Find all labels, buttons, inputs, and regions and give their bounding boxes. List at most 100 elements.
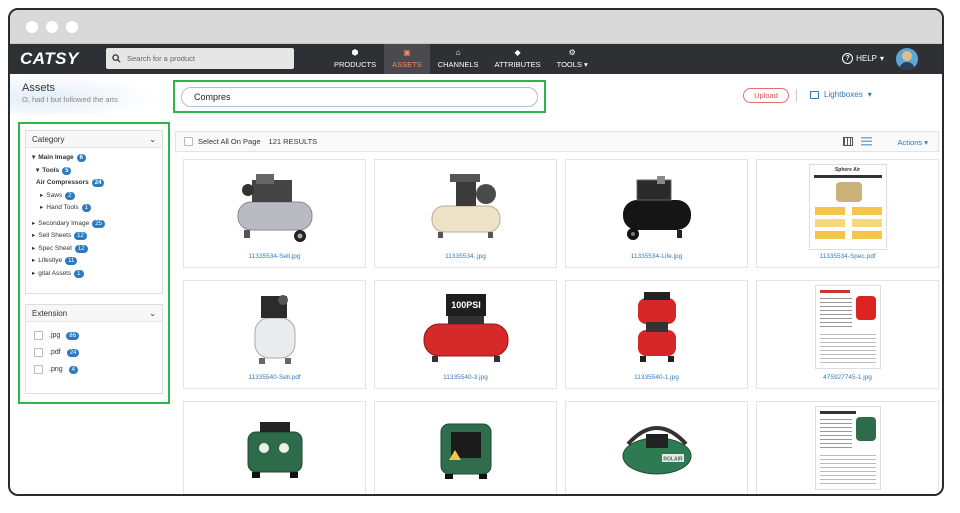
asset-card[interactable]: 475927745-1.jpg bbox=[756, 280, 939, 389]
asset-card[interactable] bbox=[183, 401, 366, 494]
tree-label: gital Assets bbox=[38, 269, 72, 277]
tree-item-spec-sheet[interactable]: ▸ Spec Sheet 12 bbox=[32, 243, 156, 256]
count-badge: 12 bbox=[74, 232, 87, 241]
psi-badge-text: 100PSI bbox=[451, 300, 481, 310]
window-dot-maximize[interactable] bbox=[66, 20, 78, 33]
view-toggle bbox=[843, 137, 872, 146]
extension-jpg[interactable]: .jpg 86 bbox=[34, 327, 154, 344]
lightbox-icon bbox=[810, 90, 819, 99]
asset-thumbnail: ROLAIR bbox=[566, 408, 747, 490]
asset-thumbnail bbox=[184, 408, 365, 490]
help-label: HELP bbox=[856, 54, 877, 63]
asset-thumbnail bbox=[757, 283, 938, 371]
asset-card[interactable]: 11335540-1.jpg bbox=[565, 280, 748, 389]
product-search-input[interactable]: Search for a product bbox=[106, 48, 294, 69]
caret-down-icon: ▾ bbox=[32, 154, 36, 161]
tree-item-digital-assets[interactable]: ▸ gital Assets 1 bbox=[32, 268, 156, 281]
asset-card[interactable]: 11335540-Sell.pdf bbox=[183, 280, 366, 389]
select-all-label[interactable]: Select All On Page bbox=[198, 137, 261, 146]
doc-heading bbox=[819, 411, 856, 414]
spec-heading-bar bbox=[813, 175, 882, 178]
chevron-down-icon: ▾ bbox=[584, 60, 588, 69]
actions-dropdown[interactable]: Actions ▾ bbox=[898, 138, 928, 147]
caret-right-icon: ▸ bbox=[40, 204, 44, 211]
tree-item-tools[interactable]: ▾ Tools 5 bbox=[32, 165, 156, 178]
actions-label: Actions bbox=[897, 138, 923, 147]
rolair-badge-text: ROLAIR bbox=[663, 457, 683, 463]
asset-thumbnail bbox=[184, 287, 365, 369]
window-dot-close[interactable] bbox=[26, 20, 38, 33]
extension-pdf[interactable]: .pdf 24 bbox=[34, 344, 154, 361]
grid-view-icon[interactable] bbox=[843, 137, 853, 146]
asset-card[interactable]: 100PSI 11335540-3.jpg bbox=[374, 280, 557, 389]
category-tree: ▾ Main Image 6 ▾ Tools 5 Air Compressors 24 ▸… bbox=[26, 148, 162, 284]
tree-label: Hand Tools bbox=[46, 204, 79, 211]
count-badge: 6 bbox=[76, 154, 87, 163]
asset-filename: 11335534..jpg bbox=[445, 253, 486, 260]
asset-card[interactable] bbox=[756, 401, 939, 494]
asset-card[interactable]: 11335534-Life.jpg bbox=[565, 159, 748, 268]
tree-item-lifestyle[interactable]: ▸ Lifestlye 11 bbox=[32, 255, 156, 268]
asset-filename: 11335540-3.jpg bbox=[443, 374, 488, 381]
checkbox[interactable] bbox=[34, 331, 43, 340]
asset-card[interactable]: 11335534-Sell.jpg bbox=[183, 159, 366, 268]
asset-search-highlight bbox=[173, 80, 546, 113]
extension-list: .jpg 86 .pdf 24 .png 4 bbox=[26, 322, 162, 383]
nav-tools[interactable]: ⚙ TOOLS ▾ bbox=[549, 44, 596, 74]
chevron-down-icon: ▾ bbox=[879, 54, 884, 63]
tree-item-main-image[interactable]: ▾ Main Image 6 bbox=[32, 152, 156, 165]
extension-panel: Extension ⌄ .jpg 86 .pdf 24 .png 4 bbox=[25, 304, 163, 394]
doc-text bbox=[819, 298, 852, 328]
doc-photo bbox=[855, 296, 876, 320]
nav-channels[interactable]: ⌂ CHANNELS bbox=[430, 44, 487, 74]
nav-products[interactable]: ⬢ PRODUCTS bbox=[326, 44, 384, 74]
search-icon bbox=[112, 54, 121, 63]
search-placeholder: Search for a product bbox=[127, 54, 195, 63]
asset-card[interactable]: 11335534..jpg bbox=[374, 159, 557, 268]
chevron-down-icon: ⌄ bbox=[149, 308, 156, 318]
red-stacked-compressor-image bbox=[637, 292, 676, 362]
white-compressor-image bbox=[254, 295, 295, 364]
divider bbox=[796, 89, 797, 102]
user-avatar[interactable] bbox=[896, 48, 918, 70]
upload-button[interactable]: Upload bbox=[743, 88, 789, 103]
count-badge: 1 bbox=[74, 269, 84, 278]
asset-card[interactable]: ROLAIR bbox=[565, 401, 748, 494]
asset-filename: 11335540-Sell.pdf bbox=[248, 374, 301, 381]
lightboxes-dropdown[interactable]: Lightboxes ▾ bbox=[810, 90, 872, 99]
tree-item-hand-tools[interactable]: ▸ Hand Tools 1 bbox=[32, 202, 156, 215]
spec-sheet-title: Sphere Air bbox=[834, 167, 861, 173]
chevron-down-icon: ⌄ bbox=[149, 134, 156, 144]
red-compressor-image: 100PSI bbox=[423, 294, 508, 362]
feature-box bbox=[814, 219, 845, 227]
category-header[interactable]: Category ⌄ bbox=[26, 131, 162, 148]
green-compressor-image bbox=[247, 422, 302, 478]
help-menu[interactable]: ? HELP ▾ bbox=[842, 53, 884, 64]
asset-thumbnail: 100PSI bbox=[375, 287, 556, 369]
tree-item-secondary-image[interactable]: ▸ Secondary Image 25 bbox=[32, 218, 156, 231]
select-all-checkbox[interactable] bbox=[184, 137, 193, 146]
asset-grid: 11335534-Sell.jpg 11335534..jpg 11335534… bbox=[183, 159, 939, 494]
count-badge: 25 bbox=[92, 219, 105, 228]
checkbox[interactable] bbox=[34, 348, 43, 357]
window-dot-minimize[interactable] bbox=[46, 20, 58, 33]
count-badge: 24 bbox=[66, 348, 80, 357]
tree-item-saws[interactable]: ▸ Saws 2 bbox=[32, 190, 156, 203]
nav-attributes[interactable]: ◆ ATTRIBUTES bbox=[487, 44, 549, 74]
asset-search-input[interactable] bbox=[181, 87, 538, 107]
extension-label: .pdf bbox=[49, 349, 61, 356]
feature-box bbox=[851, 219, 882, 227]
doc-sheet bbox=[814, 285, 881, 369]
nav-channels-label: CHANNELS bbox=[437, 60, 479, 69]
extension-header[interactable]: Extension ⌄ bbox=[26, 305, 162, 322]
tree-item-sell-sheets[interactable]: ▸ Sell Sheets 12 bbox=[32, 230, 156, 243]
asset-card[interactable] bbox=[374, 401, 557, 494]
catsy-logo[interactable]: CATSY bbox=[20, 49, 94, 69]
checkbox[interactable] bbox=[34, 365, 43, 374]
extension-png[interactable]: .png 4 bbox=[34, 361, 154, 378]
count-badge: 4 bbox=[68, 365, 78, 374]
list-view-icon[interactable] bbox=[861, 137, 872, 146]
nav-assets[interactable]: ▣ ASSETS bbox=[384, 44, 430, 74]
asset-card[interactable]: Sphere Air 11335534-Spec.pdf bbox=[756, 159, 939, 268]
tree-item-air-compressors[interactable]: Air Compressors 24 bbox=[32, 177, 156, 190]
